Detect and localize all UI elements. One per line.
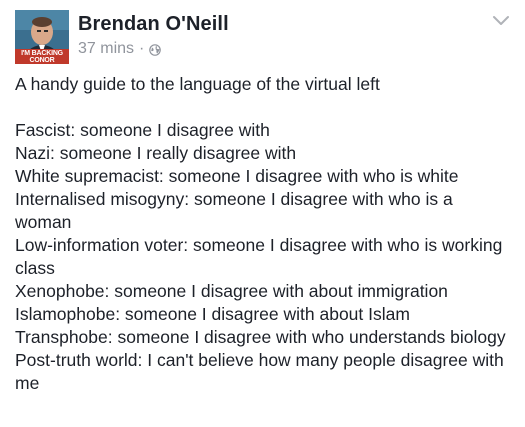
post-line: White supremacist: someone I disagree wi…: [15, 166, 459, 186]
post-line: Post-truth world: I can't believe how ma…: [15, 350, 504, 393]
avatar-badge-line1: I'M BACKING: [21, 50, 63, 57]
post-meta: 37 mins ·: [78, 40, 162, 58]
post-line: Islamophobe: someone I disagree with abo…: [15, 304, 410, 324]
post-intro: A handy guide to the language of the vir…: [15, 74, 380, 94]
post-line: Nazi: someone I really disagree with: [15, 143, 297, 163]
paragraph-break: [15, 96, 511, 119]
avatar-badge: I'M BACKING CONOR: [15, 49, 69, 64]
avatar-badge-line2: CONOR: [29, 57, 55, 64]
facebook-post: I'M BACKING CONOR Brendan O'Neill 37 min…: [0, 0, 525, 427]
post-line: Low-information voter: someone I disagre…: [15, 235, 503, 278]
author-name[interactable]: Brendan O'Neill: [78, 13, 229, 36]
globe-icon[interactable]: [149, 43, 162, 56]
meta-separator: ·: [139, 40, 145, 57]
post-line: Xenophobe: someone I disagree with about…: [15, 281, 448, 301]
post-line: Fascist: someone I disagree with: [15, 120, 270, 140]
chevron-down-icon[interactable]: [491, 14, 511, 28]
post-line: Transphobe: someone I disagree with who …: [15, 327, 506, 347]
post-line: Internalised misogyny: someone I disagre…: [15, 189, 453, 232]
post-text: A handy guide to the language of the vir…: [15, 73, 511, 395]
timestamp[interactable]: 37 mins: [78, 40, 134, 58]
avatar[interactable]: I'M BACKING CONOR: [15, 10, 69, 64]
